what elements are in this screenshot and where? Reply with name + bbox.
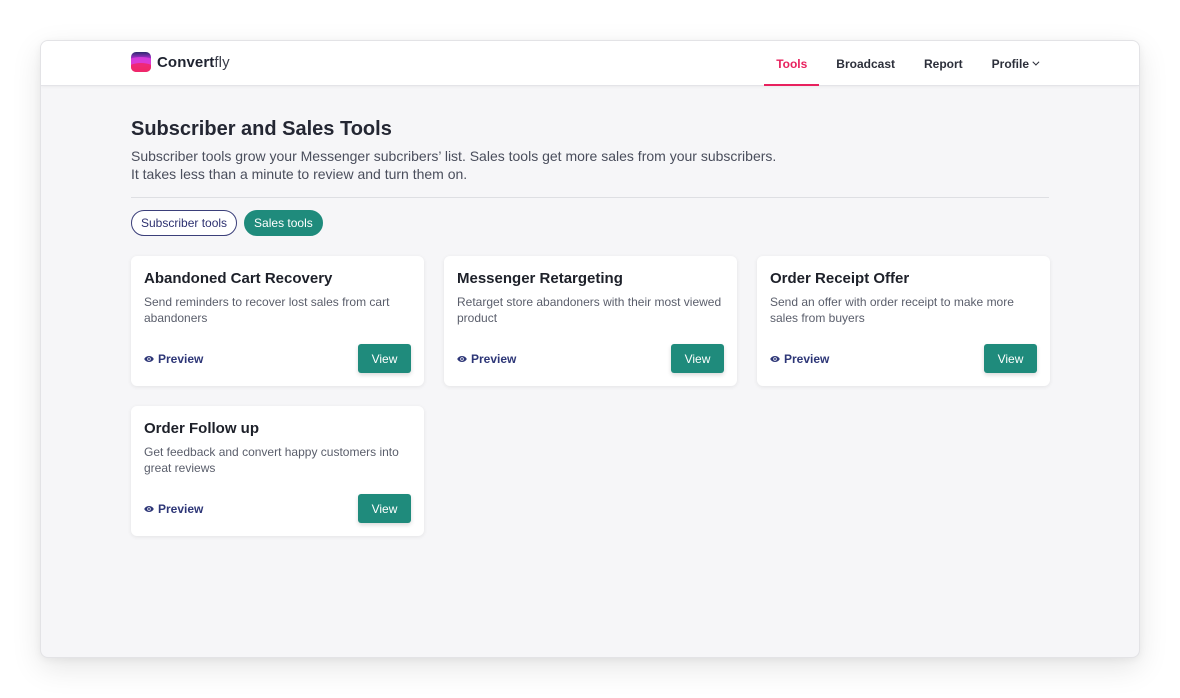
brand[interactable]: Convertfly — [131, 52, 230, 72]
preview-link[interactable]: Preview — [457, 352, 516, 366]
tool-card-messenger-retargeting: Messenger Retargeting Retarget store aba… — [444, 256, 737, 386]
nav-item-label: Broadcast — [836, 56, 895, 71]
brand-logo-icon — [131, 52, 151, 72]
tab-subscriber-tools[interactable]: Subscriber tools — [131, 210, 238, 236]
app-window: Convertfly Tools Broadcast Report Profil… — [40, 40, 1140, 658]
view-button[interactable]: View — [984, 344, 1037, 373]
nav-item-profile[interactable]: Profile — [980, 41, 1049, 86]
main-content: Subscriber and Sales Tools Subscriber to… — [131, 86, 1051, 536]
card-title: Order Follow up — [144, 420, 259, 437]
preview-link[interactable]: Preview — [144, 352, 203, 366]
view-button[interactable]: View — [358, 344, 411, 373]
brand-name-bold: Convert — [157, 53, 215, 71]
page-description: Subscriber tools grow your Messenger sub… — [131, 147, 1051, 183]
view-button[interactable]: View — [358, 494, 411, 523]
divider — [131, 197, 1049, 198]
nav-item-report[interactable]: Report — [912, 41, 975, 86]
nav-item-label: Report — [923, 56, 963, 71]
tool-filter-tabs: Subscriber tools Sales tools — [131, 210, 1051, 236]
chevron-down-icon — [1032, 58, 1040, 66]
eye-icon — [770, 356, 780, 362]
card-title: Abandoned Cart Recovery — [144, 270, 333, 287]
view-button[interactable]: View — [671, 344, 724, 373]
nav-item-broadcast[interactable]: Broadcast — [824, 41, 907, 86]
tool-cards-grid: Abandoned Cart Recovery Send reminders t… — [131, 256, 1051, 536]
nav-item-tools[interactable]: Tools — [764, 41, 820, 86]
page-description-line: Subscriber tools grow your Messenger sub… — [131, 148, 777, 164]
preview-label: Preview — [471, 352, 517, 366]
card-description: Get feedback and convert happy customers… — [144, 445, 399, 475]
brand-name-light: fly — [214, 53, 230, 71]
preview-label: Preview — [158, 502, 204, 516]
card-title: Messenger Retargeting — [457, 270, 623, 287]
top-navbar: Convertfly Tools Broadcast Report Profil… — [41, 41, 1139, 86]
nav-item-label: Profile — [991, 56, 1029, 71]
tool-card-order-receipt-offer: Order Receipt Offer Send an offer with o… — [757, 256, 1050, 386]
main-nav: Tools Broadcast Report Profile — [764, 41, 1049, 86]
preview-label: Preview — [784, 352, 830, 366]
card-description: Send an offer with order receipt to make… — [770, 295, 1014, 325]
card-title: Order Receipt Offer — [770, 270, 910, 287]
preview-label: Preview — [158, 352, 204, 366]
eye-icon — [457, 356, 467, 362]
eye-icon — [144, 356, 154, 362]
preview-link[interactable]: Preview — [144, 502, 203, 516]
card-description: Send reminders to recover lost sales fro… — [144, 295, 390, 325]
card-description: Retarget store abandoners with their mos… — [457, 295, 722, 325]
eye-icon — [144, 506, 154, 512]
preview-link[interactable]: Preview — [770, 352, 829, 366]
tool-card-abandoned-cart-recovery: Abandoned Cart Recovery Send reminders t… — [131, 256, 424, 386]
tab-sales-tools[interactable]: Sales tools — [244, 210, 323, 236]
page-title: Subscriber and Sales Tools — [131, 118, 392, 140]
brand-name: Convertfly — [157, 54, 230, 71]
tool-card-order-follow-up: Order Follow up Get feedback and convert… — [131, 406, 424, 536]
page-description-line: It takes less than a minute to review an… — [131, 166, 468, 182]
nav-item-label: Tools — [776, 56, 808, 71]
